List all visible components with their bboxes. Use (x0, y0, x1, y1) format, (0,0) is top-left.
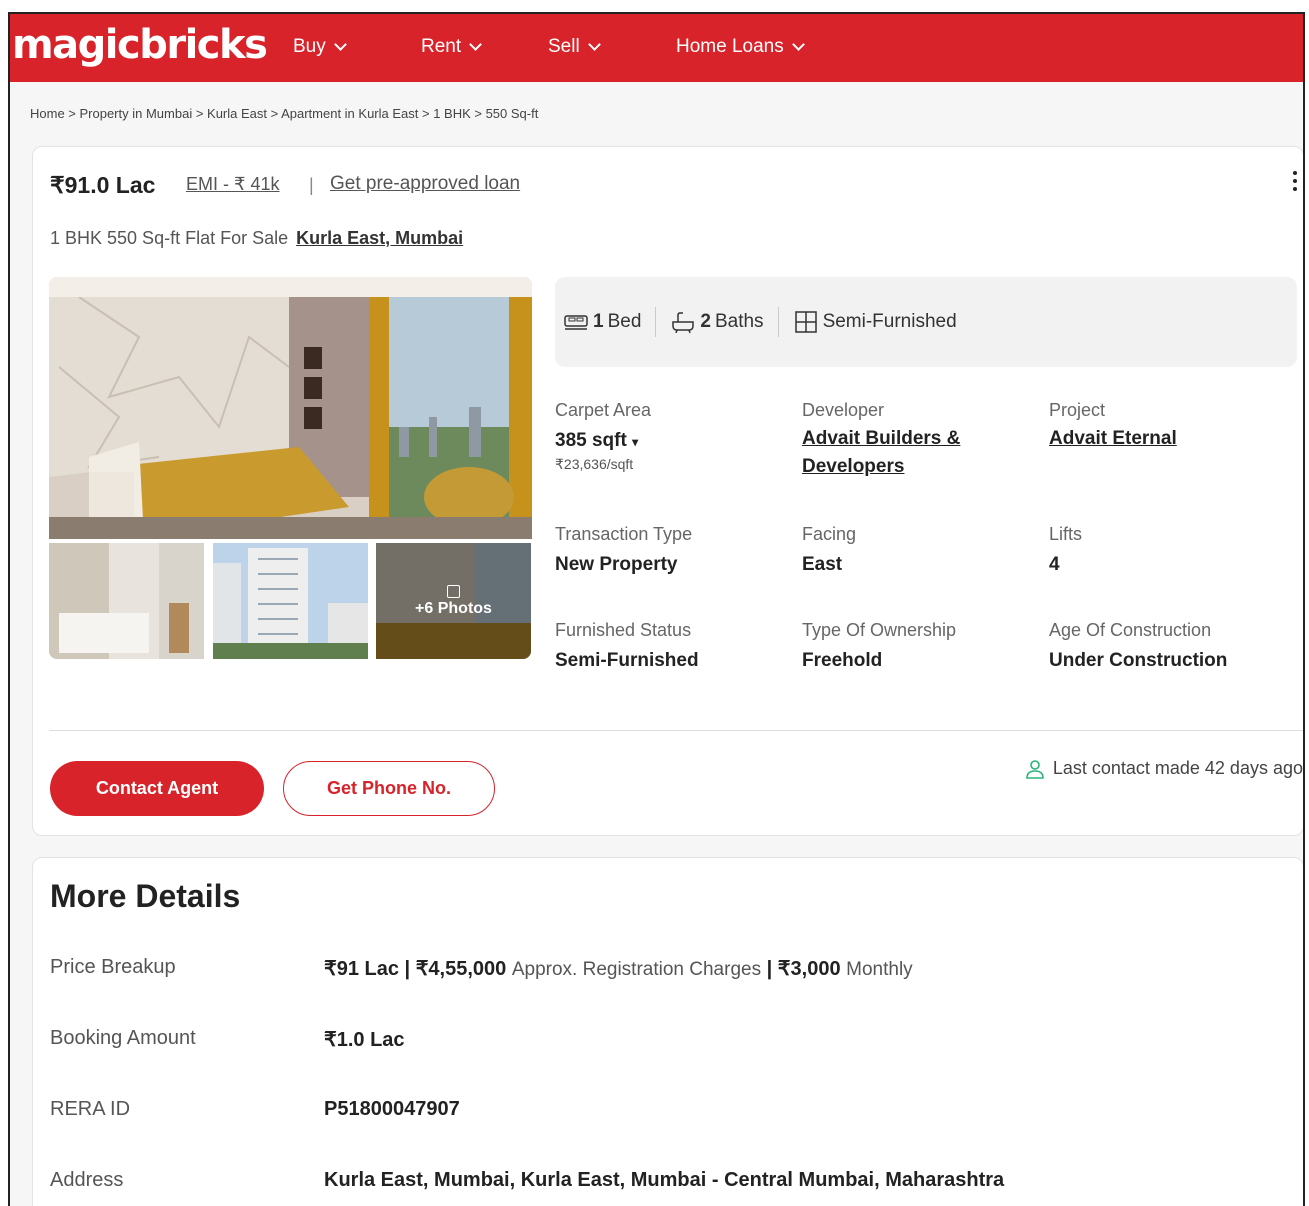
emi-link[interactable]: EMI - ₹ 41k (186, 174, 279, 195)
property-title: 1 BHK 550 Sq-ft Flat For Sale (50, 228, 289, 248)
bath-icon (672, 312, 695, 333)
transaction-type-summary: Transaction Type New Property (555, 524, 692, 576)
furnished-status-label: Furnished Status (555, 620, 692, 640)
facing-summary: Facing East (802, 524, 856, 576)
project-summary: Project Advait Eternal (1049, 400, 1177, 453)
booking-amount-label: Booking Amount (50, 1027, 196, 1049)
price-breakup-label: Price Breakup (50, 956, 176, 978)
browser-frame: magicbricks Buy Rent Sell Home Loans Hom… (8, 12, 1305, 1206)
age-of-construction-summary: Age Of Construction Under Construction (1049, 620, 1227, 672)
facing-value: East (802, 554, 843, 575)
bed-icon (564, 315, 588, 330)
more-details-card: More Details Price Breakup ₹91 Lac | ₹4,… (32, 857, 1303, 1206)
carpet-area-value[interactable]: 385 sqft ▾ (555, 430, 651, 452)
price-separator: | (309, 175, 314, 195)
last-contact-info: Last contact made 42 days ago (1025, 758, 1303, 779)
ownership-label: Type Of Ownership (802, 620, 957, 640)
more-photos-label: +6 Photos (415, 599, 492, 617)
nav-buy[interactable]: Buy (293, 36, 347, 58)
furnishing-highlight: Semi-Furnished (793, 307, 971, 337)
bed-label: Bed (607, 311, 642, 332)
project-label: Project (1049, 400, 1106, 420)
lifts-label: Lifts (1049, 524, 1083, 544)
thumbnail-photo[interactable] (49, 543, 204, 659)
thumbnail-photo[interactable] (213, 543, 368, 659)
transaction-type-value: New Property (555, 554, 678, 575)
chevron-down-icon (587, 38, 601, 51)
nav-buy-label: Buy (293, 36, 326, 57)
chevron-down-icon (469, 38, 483, 51)
developer-link[interactable]: Advait Builders & Developers (802, 425, 1022, 481)
property-price: ₹91.0 Lac (50, 172, 156, 198)
rera-id-label: RERA ID (50, 1098, 131, 1120)
contact-agent-button[interactable]: Contact Agent (50, 761, 264, 816)
ownership-value: Freehold (802, 650, 883, 671)
pre-approved-loan-link[interactable]: Get pre-approved loan (330, 173, 520, 195)
last-contact-text: Last contact made 42 days ago (1052, 758, 1303, 778)
get-phone-button[interactable]: Get Phone No. (283, 761, 495, 816)
developer-summary: Developer Advait Builders & Developers (802, 400, 1022, 481)
kebab-menu-icon[interactable] (1293, 171, 1297, 191)
main-property-photo[interactable] (49, 277, 532, 539)
more-photos-thumbnail[interactable]: +6 Photos (376, 543, 531, 659)
lifts-summary: Lifts 4 (1049, 524, 1082, 576)
developer-label: Developer (802, 400, 885, 420)
project-link[interactable]: Advait Eternal (1049, 425, 1177, 453)
nav-rent-label: Rent (421, 36, 462, 57)
gallery-icon (447, 584, 460, 598)
bath-highlight: 2 Baths (670, 307, 779, 337)
bed-highlight: 1 Bed (563, 307, 657, 337)
ownership-summary: Type Of Ownership Freehold (802, 620, 956, 672)
nav-sell[interactable]: Sell (548, 36, 601, 58)
age-of-construction-label: Age Of Construction (1049, 620, 1212, 640)
key-highlights-bar: 1 Bed 2 Baths Semi-Furnished (555, 277, 1297, 367)
age-of-construction-value: Under Construction (1049, 650, 1228, 671)
nav-sell-label: Sell (548, 36, 580, 57)
property-subtitle: 1 BHK 550 Sq-ft Flat For Sale Kurla East,… (50, 228, 463, 249)
user-icon (1026, 759, 1044, 779)
furnished-status-summary: Furnished Status Semi-Furnished (555, 620, 699, 672)
carpet-area-summary: Carpet Area 385 sqft ▾ ₹23,636/sqft (555, 400, 651, 473)
furnishing-icon (794, 311, 817, 333)
carpet-area-label: Carpet Area (555, 400, 652, 420)
nav-home-loans[interactable]: Home Loans (676, 36, 805, 58)
address-value: Kurla East, Mumbai, Kurla East, Mumbai -… (324, 1169, 1005, 1191)
price-breakup-value: ₹91 Lac | ₹4,55,000 Approx. Registration… (324, 958, 913, 980)
lifts-value: 4 (1049, 554, 1060, 575)
nav-rent[interactable]: Rent (421, 36, 483, 58)
top-nav-bar: magicbricks Buy Rent Sell Home Loans (10, 14, 1303, 82)
more-details-title: More Details (50, 878, 241, 914)
furnished-status-value: Semi-Furnished (555, 650, 699, 671)
bath-label: Baths (714, 311, 764, 332)
magicbricks-logo[interactable]: magicbricks (12, 22, 268, 68)
bed-count: 1 (593, 311, 604, 332)
breadcrumb[interactable]: Home > Property in Mumbai > Kurla East >… (30, 106, 538, 121)
carpet-area-rate: ₹23,636/sqft (555, 456, 634, 472)
chevron-down-icon (333, 38, 347, 51)
location-link[interactable]: Kurla East, Mumbai (296, 228, 463, 248)
furnishing-label: Semi-Furnished (822, 311, 957, 332)
booking-amount-value: ₹1.0 Lac (324, 1029, 405, 1051)
chevron-down-icon (791, 38, 805, 51)
property-summary-card: ₹91.0 Lac EMI - ₹ 41k | Get pre-approved… (32, 146, 1303, 836)
facing-label: Facing (802, 524, 857, 544)
photos-overlay: +6 Photos (376, 543, 531, 659)
transaction-type-label: Transaction Type (555, 524, 693, 544)
bath-count: 2 (700, 311, 711, 332)
card-divider (49, 730, 1303, 731)
rera-id-value: P51800047907 (324, 1098, 460, 1120)
address-label: Address (50, 1169, 124, 1191)
nav-home-loans-label: Home Loans (676, 36, 784, 57)
